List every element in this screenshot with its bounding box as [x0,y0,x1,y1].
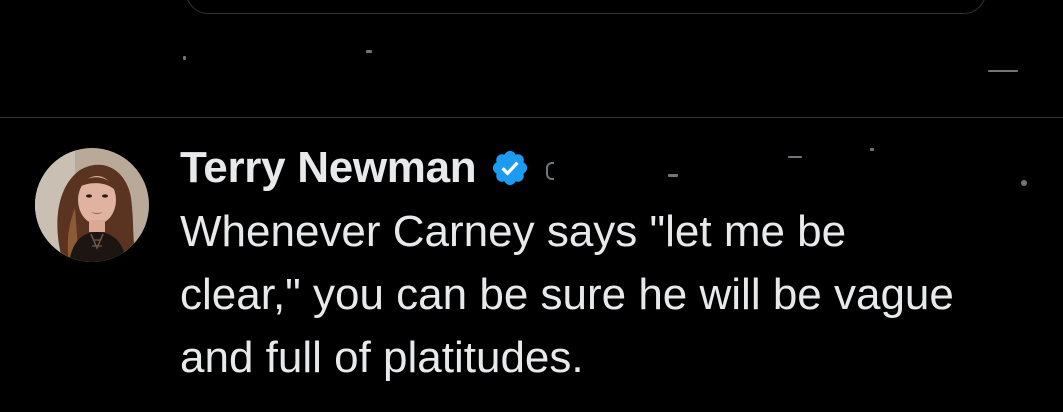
handle-redacted [544,148,924,188]
reply-icon[interactable] [183,56,186,60]
tweet[interactable]: Terry Newman Whenever Carney says "let m… [0,118,1063,412]
display-name[interactable]: Terry Newman [180,143,477,193]
tweet-text: Whenever Carney says "let me be clear," … [180,207,954,382]
profile-photo [35,148,149,262]
previous-tweet-card [186,0,986,14]
tweet-header: Terry Newman [180,140,1040,196]
share-icon[interactable] [988,70,1018,72]
previous-tweet-action-bar [0,44,1063,84]
avatar[interactable] [35,148,149,262]
repost-icon[interactable] [366,50,372,53]
verified-badge-icon[interactable] [490,148,530,188]
more-options-icon[interactable] [1021,180,1027,186]
